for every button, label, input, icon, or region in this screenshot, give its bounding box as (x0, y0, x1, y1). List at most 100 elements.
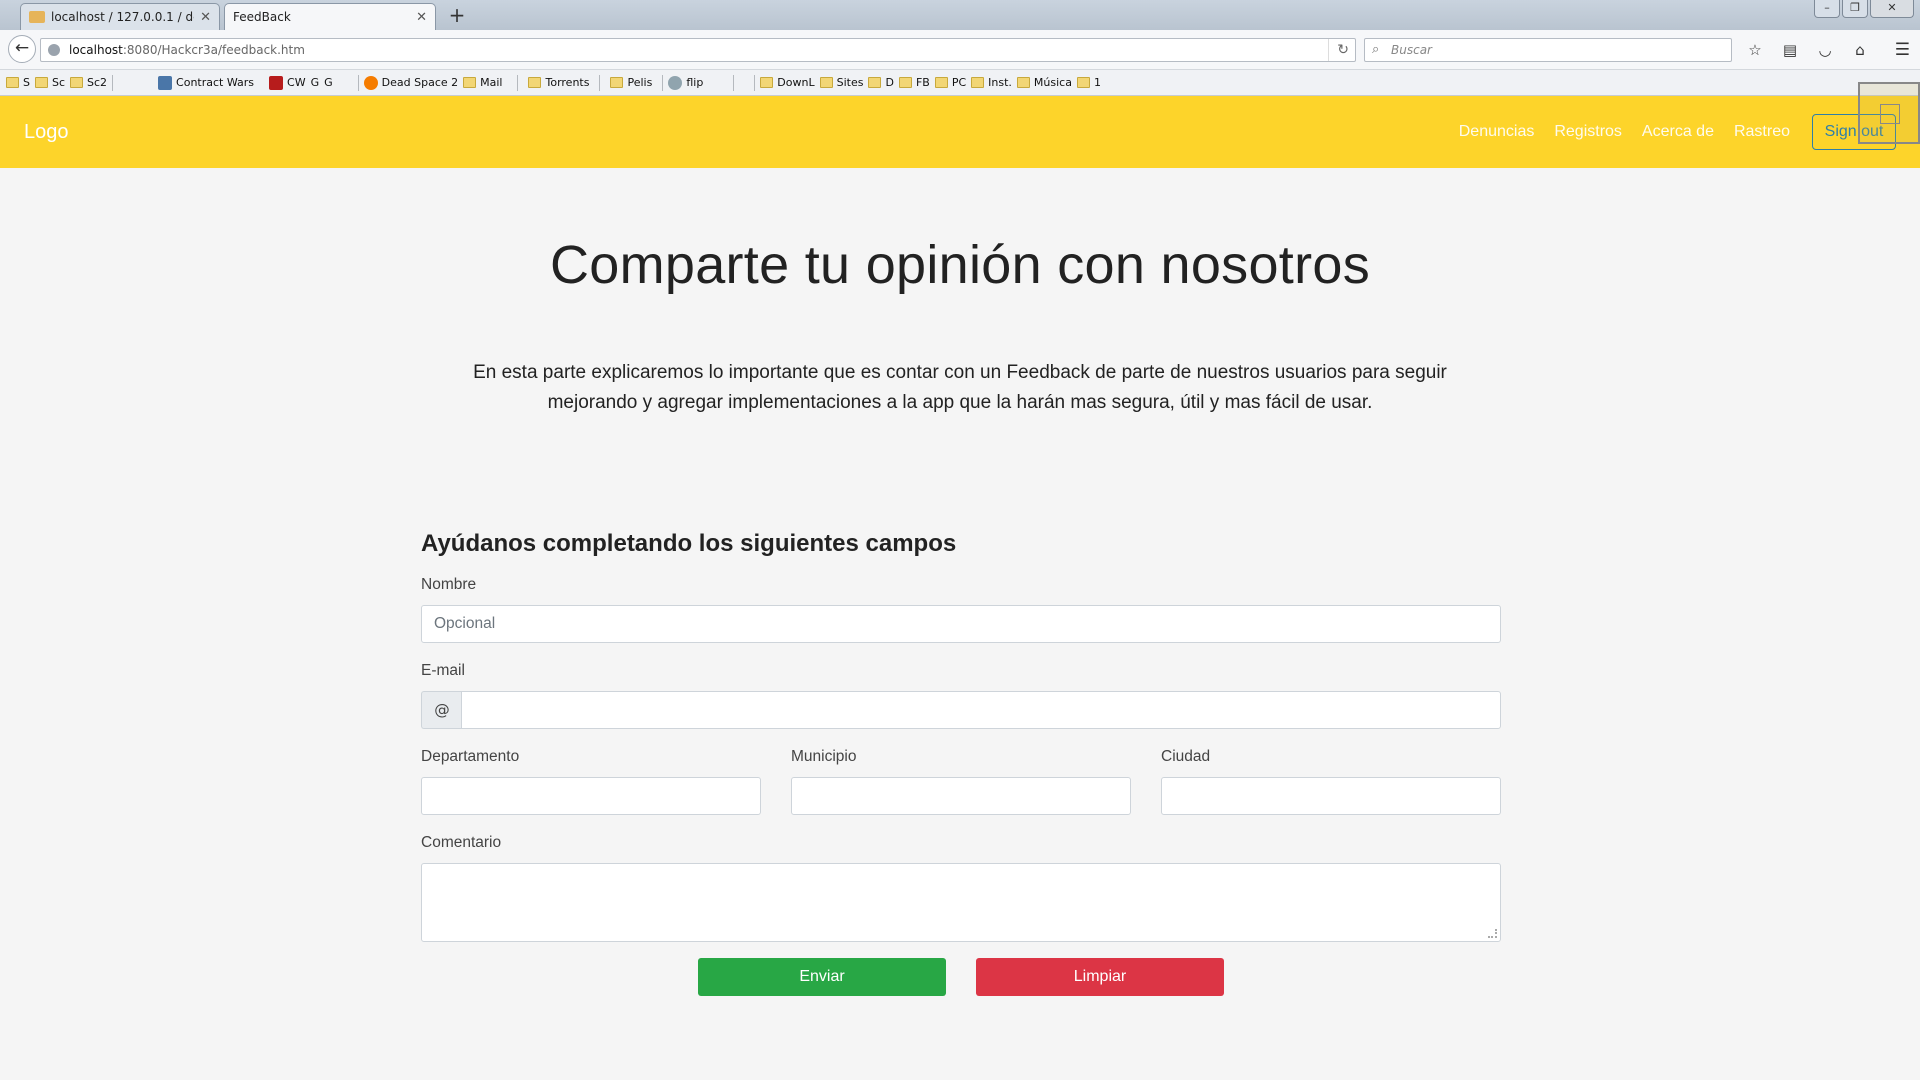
bookmark-item[interactable]: G (311, 74, 320, 92)
bookmarks-menu-icon[interactable]: ▤ (1779, 40, 1801, 60)
tab-strip: localhost / 127.0.0.1 / denu... ✕ FeedBa… (0, 0, 1920, 30)
bookmark-label: Mail (480, 76, 503, 89)
separator (112, 74, 114, 91)
bookmark-label: FB (915, 76, 930, 89)
bookmark-item[interactable]: Sc (34, 74, 66, 92)
close-window-button[interactable]: ✕ (1870, 0, 1914, 18)
info-icon (363, 75, 378, 90)
bookmark-item[interactable]: Dead Space 2 (363, 74, 458, 92)
separator (754, 74, 756, 91)
resize-grip-icon[interactable] (1488, 929, 1497, 938)
maximize-button[interactable]: ❐ (1842, 0, 1868, 18)
reload-icon[interactable]: ↻ (1328, 39, 1349, 61)
bookmark-label: Pelis (627, 76, 653, 89)
bookmark-item[interactable]: FB (898, 74, 930, 92)
bookmark-label: Sc2 (87, 76, 108, 89)
vk-icon (158, 75, 173, 90)
bookmark-item[interactable]: Sites (819, 74, 863, 92)
nav-registros[interactable]: Registros (1554, 123, 1622, 141)
bookmark-label: CW (287, 76, 306, 89)
nav-acerca-de[interactable]: Acerca de (1642, 123, 1714, 141)
search-input[interactable]: ⌕ Buscar (1364, 38, 1732, 62)
email-label: E-mail (421, 662, 465, 679)
main-content: Comparte tu opinión con nosotros En esta… (0, 168, 1920, 1080)
folder-icon (898, 77, 912, 88)
bookmark-item[interactable]: D (868, 74, 894, 92)
email-field[interactable] (461, 691, 1501, 729)
back-arrow-icon[interactable]: ← (8, 35, 36, 63)
bookmark-item[interactable]: 1 (1076, 74, 1101, 92)
bookmark-star-icon[interactable]: ☆ (1744, 40, 1766, 60)
bookmark-item[interactable]: G (324, 74, 333, 92)
bookmark-item[interactable]: Contract Wars (158, 74, 254, 92)
bookmark-item[interactable]: flip (668, 74, 703, 92)
nombre-label: Nombre (421, 576, 477, 593)
intro-text: En esta parte explicaremos lo importante… (473, 362, 1447, 413)
url-path: :8080/Hackcr3a/feedback.htm (122, 43, 305, 57)
comentario-textarea[interactable] (421, 863, 1501, 942)
page-title: Comparte tu opinión con nosotros (549, 235, 1371, 295)
bookmark-item[interactable]: Sc2 (70, 74, 107, 92)
folder-icon (868, 77, 882, 88)
departamento-input[interactable] (421, 777, 761, 815)
tab-feedback[interactable]: FeedBack ✕ (224, 3, 436, 30)
bookmark-item[interactable]: S (6, 74, 30, 92)
tab-label: localhost / 127.0.0.1 / denu... (51, 10, 194, 24)
address-bar[interactable]: localhost:8080/Hackcr3a/feedback.htm ↻ (40, 38, 1356, 62)
separator (599, 74, 601, 91)
folder-icon (760, 77, 774, 88)
search-placeholder: Buscar (1391, 43, 1432, 57)
bookmark-item[interactable]: Mail (463, 74, 502, 92)
phpmyadmin-icon (29, 11, 45, 23)
folder-icon (1076, 77, 1090, 88)
bookmark-item[interactable]: CW (269, 74, 306, 92)
bookmark-label: Sc (51, 76, 66, 89)
nav-rastreo[interactable]: Rastreo (1734, 123, 1790, 141)
bookmark-label: Torrents (545, 76, 590, 89)
bookmark-label: Contract Wars (176, 76, 255, 89)
folder-icon (610, 77, 624, 88)
nombre-input[interactable]: Opcional (421, 605, 1501, 643)
bookmark-item[interactable]: Inst. (971, 74, 1012, 92)
departamento-label: Departamento (421, 748, 520, 765)
clear-button[interactable]: Limpiar (976, 958, 1224, 996)
url-host: localhost (69, 43, 123, 57)
home-icon[interactable]: ⌂ (1849, 40, 1871, 60)
close-icon[interactable]: ✕ (200, 10, 211, 25)
ciudad-input[interactable] (1161, 777, 1501, 815)
nav-denuncias[interactable]: Denuncias (1459, 123, 1535, 141)
pocket-icon[interactable]: ◡ (1814, 40, 1836, 60)
form-title: Ayúdanos completando los siguientes camp… (421, 530, 957, 557)
minimize-button[interactable]: – (1814, 0, 1840, 18)
bookmark-item[interactable]: Pelis (610, 74, 652, 92)
bookmark-label: PC (951, 76, 967, 89)
folder-icon (934, 77, 948, 88)
folder-icon (6, 77, 19, 88)
window-controls: – ❐ ✕ (1814, 0, 1914, 18)
floating-drag-handle[interactable] (1858, 82, 1920, 144)
hamburger-menu-icon[interactable]: ☰ (1895, 40, 1910, 60)
email-at-addon: @ (421, 691, 462, 729)
bookmark-label: G (324, 76, 333, 89)
site-info-icon[interactable] (48, 44, 60, 56)
new-tab-button[interactable]: + (444, 4, 470, 28)
logo[interactable]: Logo (24, 96, 69, 168)
bookmark-label: G (310, 76, 320, 89)
municipio-input[interactable] (791, 777, 1131, 815)
send-button[interactable]: Enviar (698, 958, 946, 996)
folder-icon (463, 77, 477, 88)
municipio-label: Municipio (791, 748, 857, 765)
tab-phpmyadmin[interactable]: localhost / 127.0.0.1 / denu... ✕ (20, 3, 220, 30)
site-header: Logo Denuncias Registros Acerca de Rastr… (0, 96, 1920, 168)
close-icon[interactable]: ✕ (416, 10, 427, 25)
separator (662, 74, 664, 91)
ciudad-label: Ciudad (1161, 748, 1211, 765)
bookmark-item[interactable]: PC (934, 74, 967, 92)
bookmark-item[interactable]: Música (1016, 74, 1072, 92)
toolbar-icons: ☆ ▤ ◡ ⌂ (1744, 40, 1871, 60)
bookmark-label: flip (686, 76, 704, 89)
bookmarks-bar: S Sc Sc2 Contract Wars CW G G Dead Space… (0, 70, 1920, 96)
bookmark-item[interactable]: Torrents (528, 74, 589, 92)
separator (733, 74, 735, 91)
bookmark-item[interactable]: DownL (760, 74, 815, 92)
